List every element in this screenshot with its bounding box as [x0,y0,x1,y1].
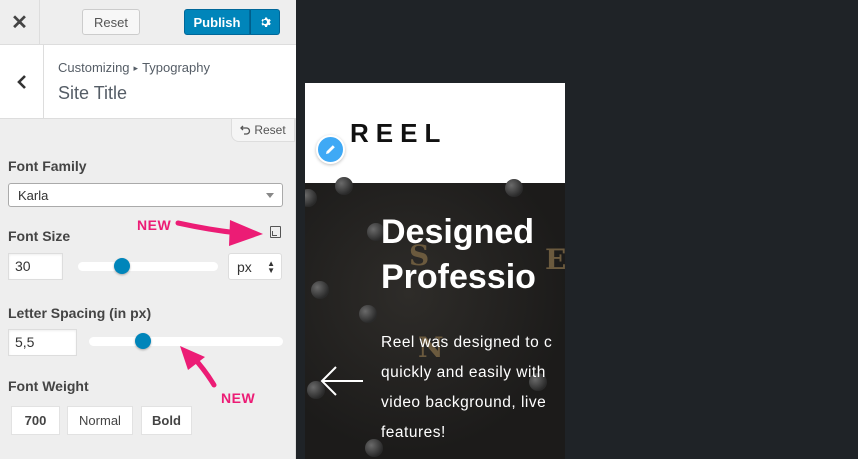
hero-section: S E N Designed Professio Reel was design… [305,177,565,459]
hero-title-line: Professio [381,258,536,296]
hero-decoration [311,281,329,299]
new-annotation-label: NEW [221,390,256,406]
new-annotation-label: NEW [137,217,172,233]
site-logo[interactable]: REEL [350,118,447,149]
annotation-arrow-right [175,220,241,236]
site-preview: REEL S E N Designed Professio Reel was d… [305,83,565,459]
hero-decoration [505,179,523,197]
hero-text-line: features! [381,424,446,441]
pencil-icon [326,145,335,154]
hero-title: Designed Professio [381,210,565,300]
hero-text-line: video background, live [381,394,547,411]
hero-description: Reel was designed to c quickly and easil… [381,328,565,448]
hero-decoration [359,305,377,323]
hero-decoration [305,189,317,207]
hero-text-line: Reel was designed to c [381,334,553,351]
hero-title-line: Designed [381,213,535,251]
edit-shortcut-button[interactable] [316,135,345,164]
hero-text-line: quickly and easily with [381,364,546,381]
site-header: REEL [305,83,565,183]
hero-decoration [335,177,353,195]
annotation-arrowhead-right [229,220,263,246]
arrow-left-icon[interactable] [319,363,365,399]
